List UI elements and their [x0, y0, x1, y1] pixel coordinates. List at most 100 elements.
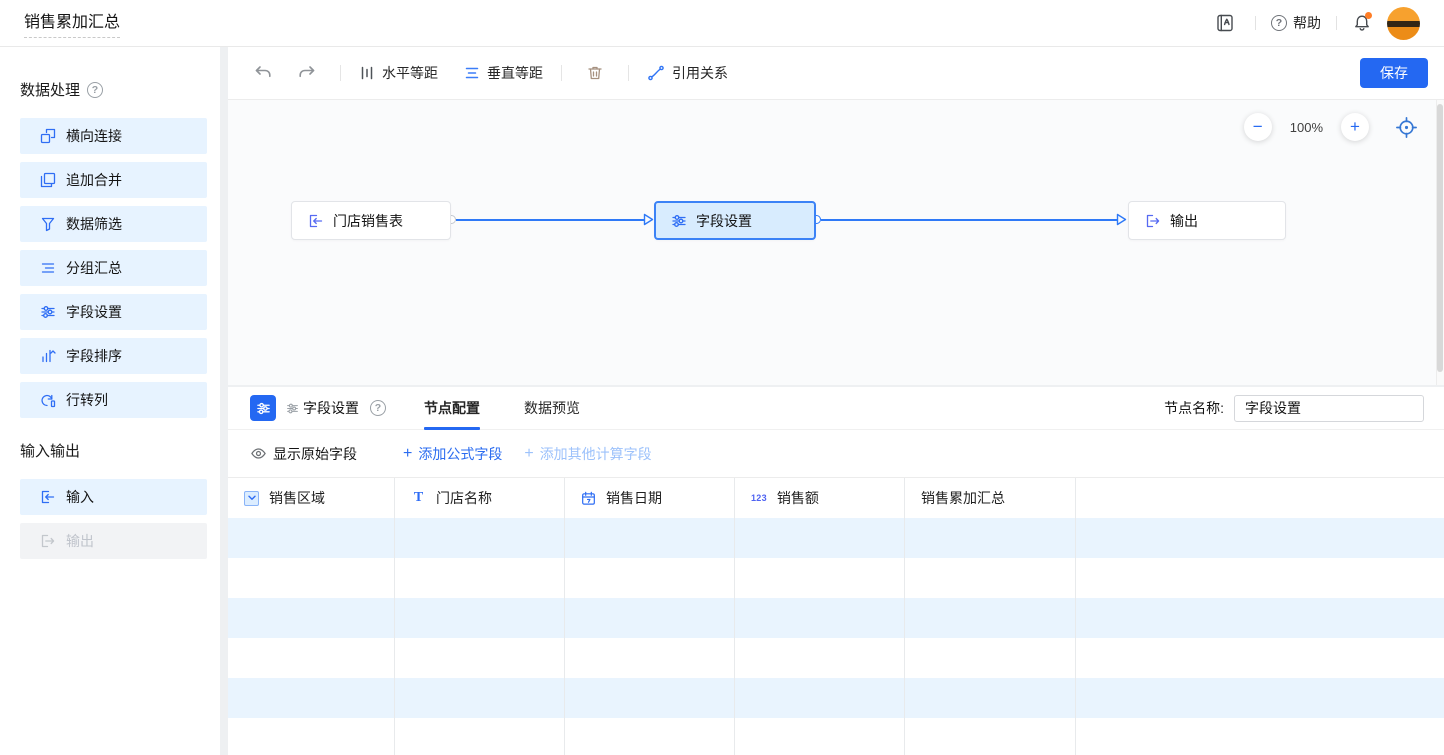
trash-icon — [586, 64, 604, 82]
flow-canvas[interactable]: 门店销售表 字段设置 输出 − — [228, 100, 1444, 385]
text-field-icon: T — [411, 490, 426, 506]
filter-icon — [40, 216, 56, 232]
panel-title: 字段设置 ? — [286, 398, 386, 418]
scrollbar-thumb[interactable] — [1437, 104, 1443, 372]
notification-bell-icon[interactable] — [1352, 13, 1372, 33]
field-settings-icon — [671, 213, 687, 229]
group-summary-icon — [40, 260, 56, 276]
output-icon — [40, 533, 56, 549]
column-header-empty — [1076, 478, 1444, 518]
number-field-icon: 123 — [751, 493, 767, 503]
zoom-out-button[interactable]: − — [1244, 113, 1272, 141]
vertical-spacing-button[interactable]: 垂直等距 — [464, 63, 543, 83]
help-icon: ? — [1271, 15, 1287, 31]
field-sort-icon — [40, 348, 56, 364]
output-node-icon — [1145, 213, 1161, 229]
node-config-panel: 字段设置 ? 节点配置 数据预览 节点名称: 显示原始字段 — [228, 387, 1444, 755]
sidebar-item-field-settings[interactable]: 字段设置 — [20, 294, 207, 330]
column-header-sales-cumulative[interactable]: 销售累加汇总 — [905, 478, 1076, 518]
table-row[interactable] — [228, 678, 1444, 718]
divider — [340, 65, 341, 81]
zoom-in-button[interactable]: + — [1341, 113, 1369, 141]
node-name-input[interactable] — [1234, 395, 1424, 422]
topbar: 销售累加汇总 ? 帮助 — [0, 0, 1444, 47]
column-header-sales-region[interactable]: 销售区域 — [228, 478, 395, 518]
node-field-settings[interactable]: 字段设置 — [654, 201, 816, 240]
page-title[interactable]: 销售累加汇总 — [24, 8, 120, 38]
add-formula-field-button[interactable]: + 添加公式字段 — [403, 444, 502, 464]
plus-icon: + — [403, 446, 412, 462]
section-help-icon[interactable]: ? — [87, 82, 103, 98]
fields-table: 销售区域 T 门店名称 销售日期 123 销售额 — [228, 477, 1444, 755]
section-title-input-output: 输入输出 — [20, 440, 207, 461]
input-icon — [40, 489, 56, 505]
column-header-store-name[interactable]: T 门店名称 — [395, 478, 565, 518]
edge-input-to-fieldset — [456, 219, 646, 221]
divider — [1336, 16, 1337, 30]
panel-help-icon[interactable]: ? — [370, 400, 386, 416]
row-to-column-icon — [40, 392, 56, 408]
reference-relation-button[interactable]: 引用关系 — [647, 63, 728, 83]
sidebar-item-input[interactable]: 输入 — [20, 479, 207, 515]
eye-icon — [250, 445, 267, 462]
help-label: 帮助 — [1293, 13, 1321, 33]
canvas-toolbar: 水平等距 垂直等距 — [228, 47, 1444, 100]
redo-button[interactable] — [292, 58, 322, 88]
tab-data-preview[interactable]: 数据预览 — [522, 387, 582, 430]
union-icon — [40, 172, 56, 188]
delete-button[interactable] — [580, 58, 610, 88]
sidebar-item-output[interactable]: 输出 — [20, 523, 207, 559]
panel-tabs: 节点配置 数据预览 — [422, 387, 622, 430]
node-store-sales-table[interactable]: 门店销售表 — [291, 201, 451, 240]
plus-icon: + — [524, 446, 533, 462]
sidebar-item-filter[interactable]: 数据筛选 — [20, 206, 207, 242]
node-output[interactable]: 输出 — [1128, 201, 1286, 240]
horizontal-spacing-button[interactable]: 水平等距 — [359, 63, 438, 83]
show-original-fields-button[interactable]: 显示原始字段 — [250, 444, 357, 464]
arrowhead-icon — [1116, 213, 1127, 226]
table-row[interactable] — [228, 518, 1444, 558]
column-header-sales-amount[interactable]: 123 销售额 — [735, 478, 905, 518]
divider — [628, 65, 629, 81]
canvas-scrollbar[interactable] — [1436, 100, 1444, 385]
tab-node-config[interactable]: 节点配置 — [422, 387, 482, 430]
zoom-level: 100% — [1290, 120, 1323, 135]
input-node-icon — [308, 213, 324, 229]
divider — [1255, 16, 1256, 30]
arrowhead-icon — [643, 213, 654, 226]
sidebar-item-row-to-column[interactable]: 行转列 — [20, 382, 207, 418]
vertical-spacing-icon — [464, 65, 480, 81]
field-settings-icon-small — [286, 402, 299, 415]
join-icon — [40, 128, 56, 144]
sidebar: 数据处理 ? 横向连接 追加合并 数据筛选 分组汇总 — [0, 47, 220, 755]
undo-button[interactable] — [248, 58, 278, 88]
sidebar-item-field-sort[interactable]: 字段排序 — [20, 338, 207, 374]
field-settings-badge — [250, 395, 276, 421]
edge-fieldset-to-output — [821, 219, 1118, 221]
section-title-data-processing: 数据处理 ? — [20, 79, 207, 100]
divider — [561, 65, 562, 81]
canvas-panel: 水平等距 垂直等距 — [228, 47, 1444, 385]
horizontal-spacing-icon — [359, 65, 375, 81]
table-row[interactable] — [228, 718, 1444, 755]
node-name-label: 节点名称: — [1164, 398, 1224, 418]
field-settings-icon — [256, 401, 271, 416]
column-header-sales-date[interactable]: 销售日期 — [565, 478, 735, 518]
avatar[interactable] — [1387, 7, 1420, 40]
table-row[interactable] — [228, 558, 1444, 598]
docs-icon[interactable] — [1210, 8, 1240, 38]
locate-target-icon[interactable] — [1395, 116, 1418, 139]
help-button[interactable]: ? 帮助 — [1271, 13, 1321, 33]
sidebar-item-union[interactable]: 追加合并 — [20, 162, 207, 198]
table-body — [228, 518, 1444, 755]
save-button[interactable]: 保存 — [1360, 58, 1428, 88]
table-row[interactable] — [228, 598, 1444, 638]
sidebar-item-join[interactable]: 横向连接 — [20, 118, 207, 154]
add-other-calc-field-button[interactable]: + 添加其他计算字段 — [524, 444, 651, 464]
zoom-controls: − 100% + — [1244, 113, 1418, 141]
select-field-icon — [244, 491, 259, 506]
table-row[interactable] — [228, 638, 1444, 678]
sidebar-item-group-summary[interactable]: 分组汇总 — [20, 250, 207, 286]
field-actions: 显示原始字段 + 添加公式字段 + 添加其他计算字段 — [228, 430, 1444, 477]
date-field-icon — [581, 491, 596, 506]
